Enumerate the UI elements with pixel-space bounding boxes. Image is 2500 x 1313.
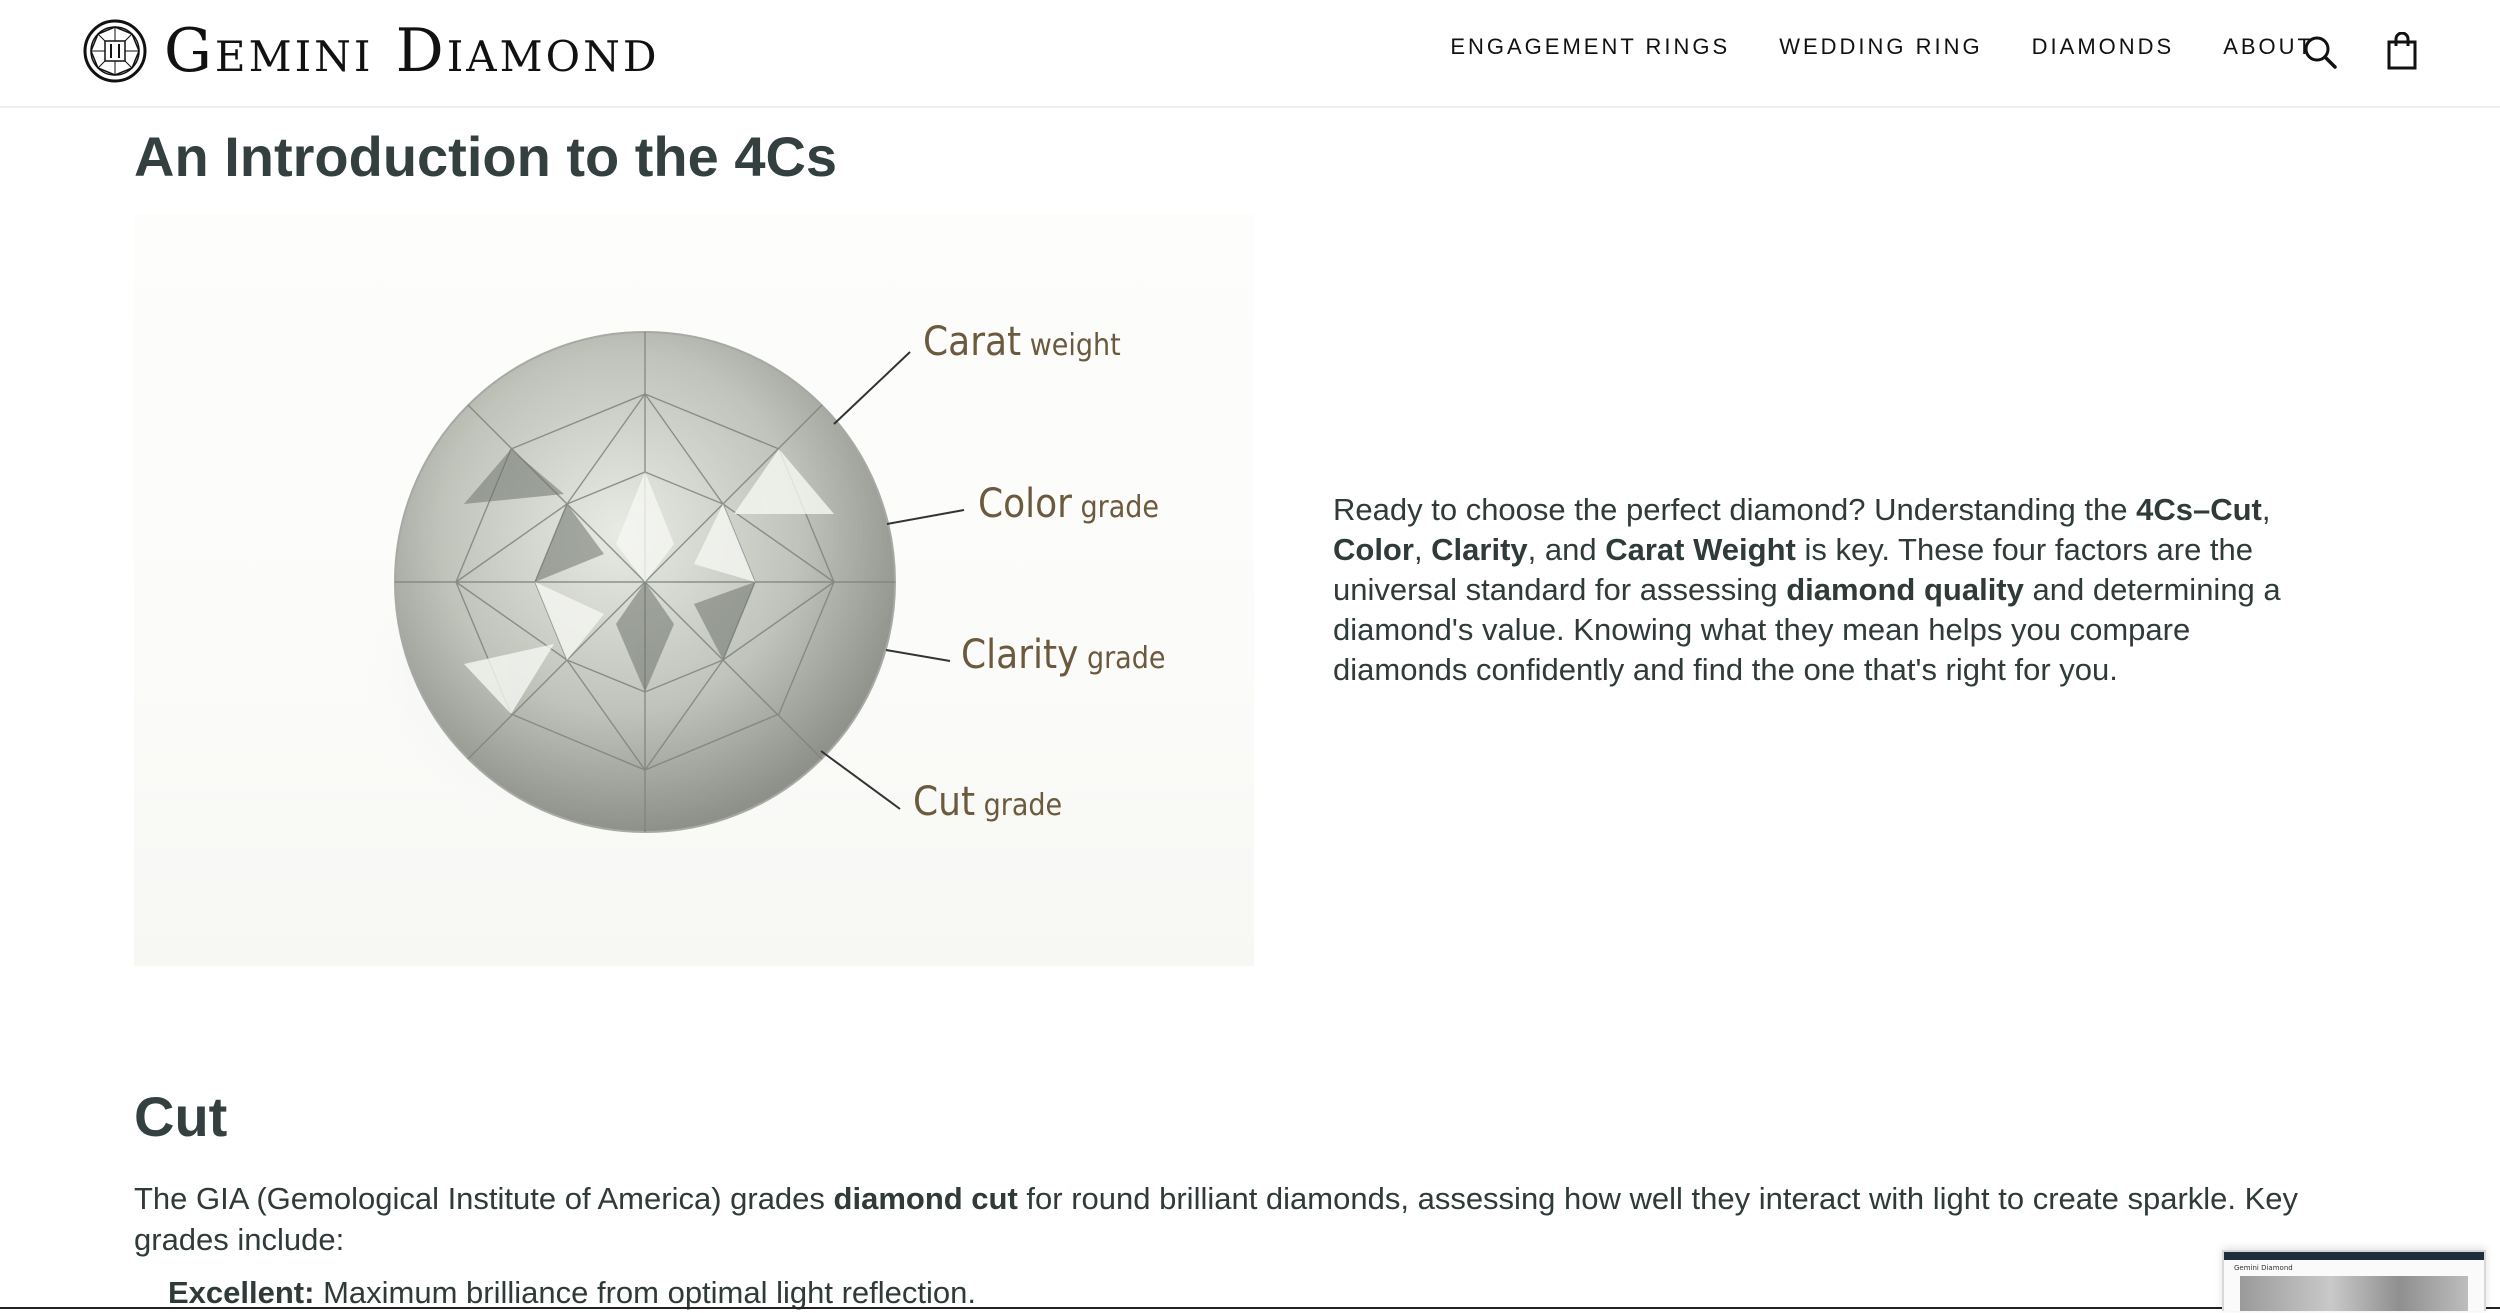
intro-text-2: , xyxy=(2261,492,2271,527)
thumbnail-logo: Gemini Diamond xyxy=(2234,1264,2293,1272)
intro-text-3: , xyxy=(1413,532,1432,567)
cut-description: The GIA (Gemological Institute of Americ… xyxy=(134,1178,2314,1260)
callout-clarity: Clarity grade xyxy=(961,635,1165,675)
page-title: An Introduction to the 4Cs xyxy=(134,125,838,188)
callout-carat-small: weight xyxy=(1021,328,1121,363)
intro-paragraph: Ready to choose the perfect diamond? Und… xyxy=(1333,490,2283,690)
callout-cut-big: Cut xyxy=(913,779,976,825)
nav-about[interactable]: ABOUT xyxy=(2223,34,2314,60)
intro-text-4cs: 4Cs–Cut xyxy=(2136,492,2262,527)
intro-text-quality: diamond quality xyxy=(1786,572,2024,607)
callout-cut-small: grade xyxy=(975,788,1063,823)
thumbnail-bar xyxy=(2224,1252,2484,1260)
intro-text-clarity: Clarity xyxy=(1431,532,1528,567)
nav-engagement-rings[interactable]: ENGAGEMENT RINGS xyxy=(1450,34,1730,60)
nav-diamonds[interactable]: DIAMONDS xyxy=(2032,34,2175,60)
callout-carat: Carat weight xyxy=(923,322,1121,362)
search-icon[interactable] xyxy=(2302,34,2338,70)
site-header: Gemini Diamond ENGAGEMENT RINGS WEDDING … xyxy=(0,0,2500,108)
intro-text-4: , and xyxy=(1527,532,1606,567)
page-thumbnail-preview[interactable]: Gemini Diamond xyxy=(2222,1250,2486,1311)
thumbnail-image xyxy=(2240,1276,2468,1311)
callout-color: Color grade xyxy=(978,484,1159,524)
main-nav: ENGAGEMENT RINGS WEDDING RING DIAMONDS A… xyxy=(1450,34,2314,60)
callout-color-big: Color xyxy=(978,481,1072,527)
diamond-logo-icon xyxy=(83,19,147,83)
four-cs-diagram: Carat weight Color grade Clarity grade C… xyxy=(134,214,1254,966)
intro-text-color: Color xyxy=(1333,532,1414,567)
intro-text-carat: Carat Weight xyxy=(1605,532,1796,567)
intro-text-1: Ready to choose the perfect diamond? Und… xyxy=(1333,492,2137,527)
callout-clarity-small: grade xyxy=(1078,641,1166,676)
cut-desc-bold: diamond cut xyxy=(833,1181,1018,1216)
grade-label: Excellent: xyxy=(168,1275,315,1310)
callout-color-small: grade xyxy=(1071,490,1160,525)
callout-carat-big: Carat xyxy=(923,319,1022,365)
cut-desc-1: The GIA (Gemological Institute of Americ… xyxy=(134,1181,834,1216)
cut-section-title: Cut xyxy=(134,1085,228,1148)
callout-cut: Cut grade xyxy=(913,782,1062,822)
grade-text: Maximum brilliance from optimal light re… xyxy=(314,1275,977,1310)
nav-wedding-ring[interactable]: WEDDING RING xyxy=(1779,34,1982,60)
brand-logo[interactable]: Gemini Diamond xyxy=(82,18,660,84)
brand-name: Gemini Diamond xyxy=(164,16,660,86)
shopping-bag-icon[interactable] xyxy=(2386,32,2418,70)
callout-clarity-big: Clarity xyxy=(961,632,1079,678)
